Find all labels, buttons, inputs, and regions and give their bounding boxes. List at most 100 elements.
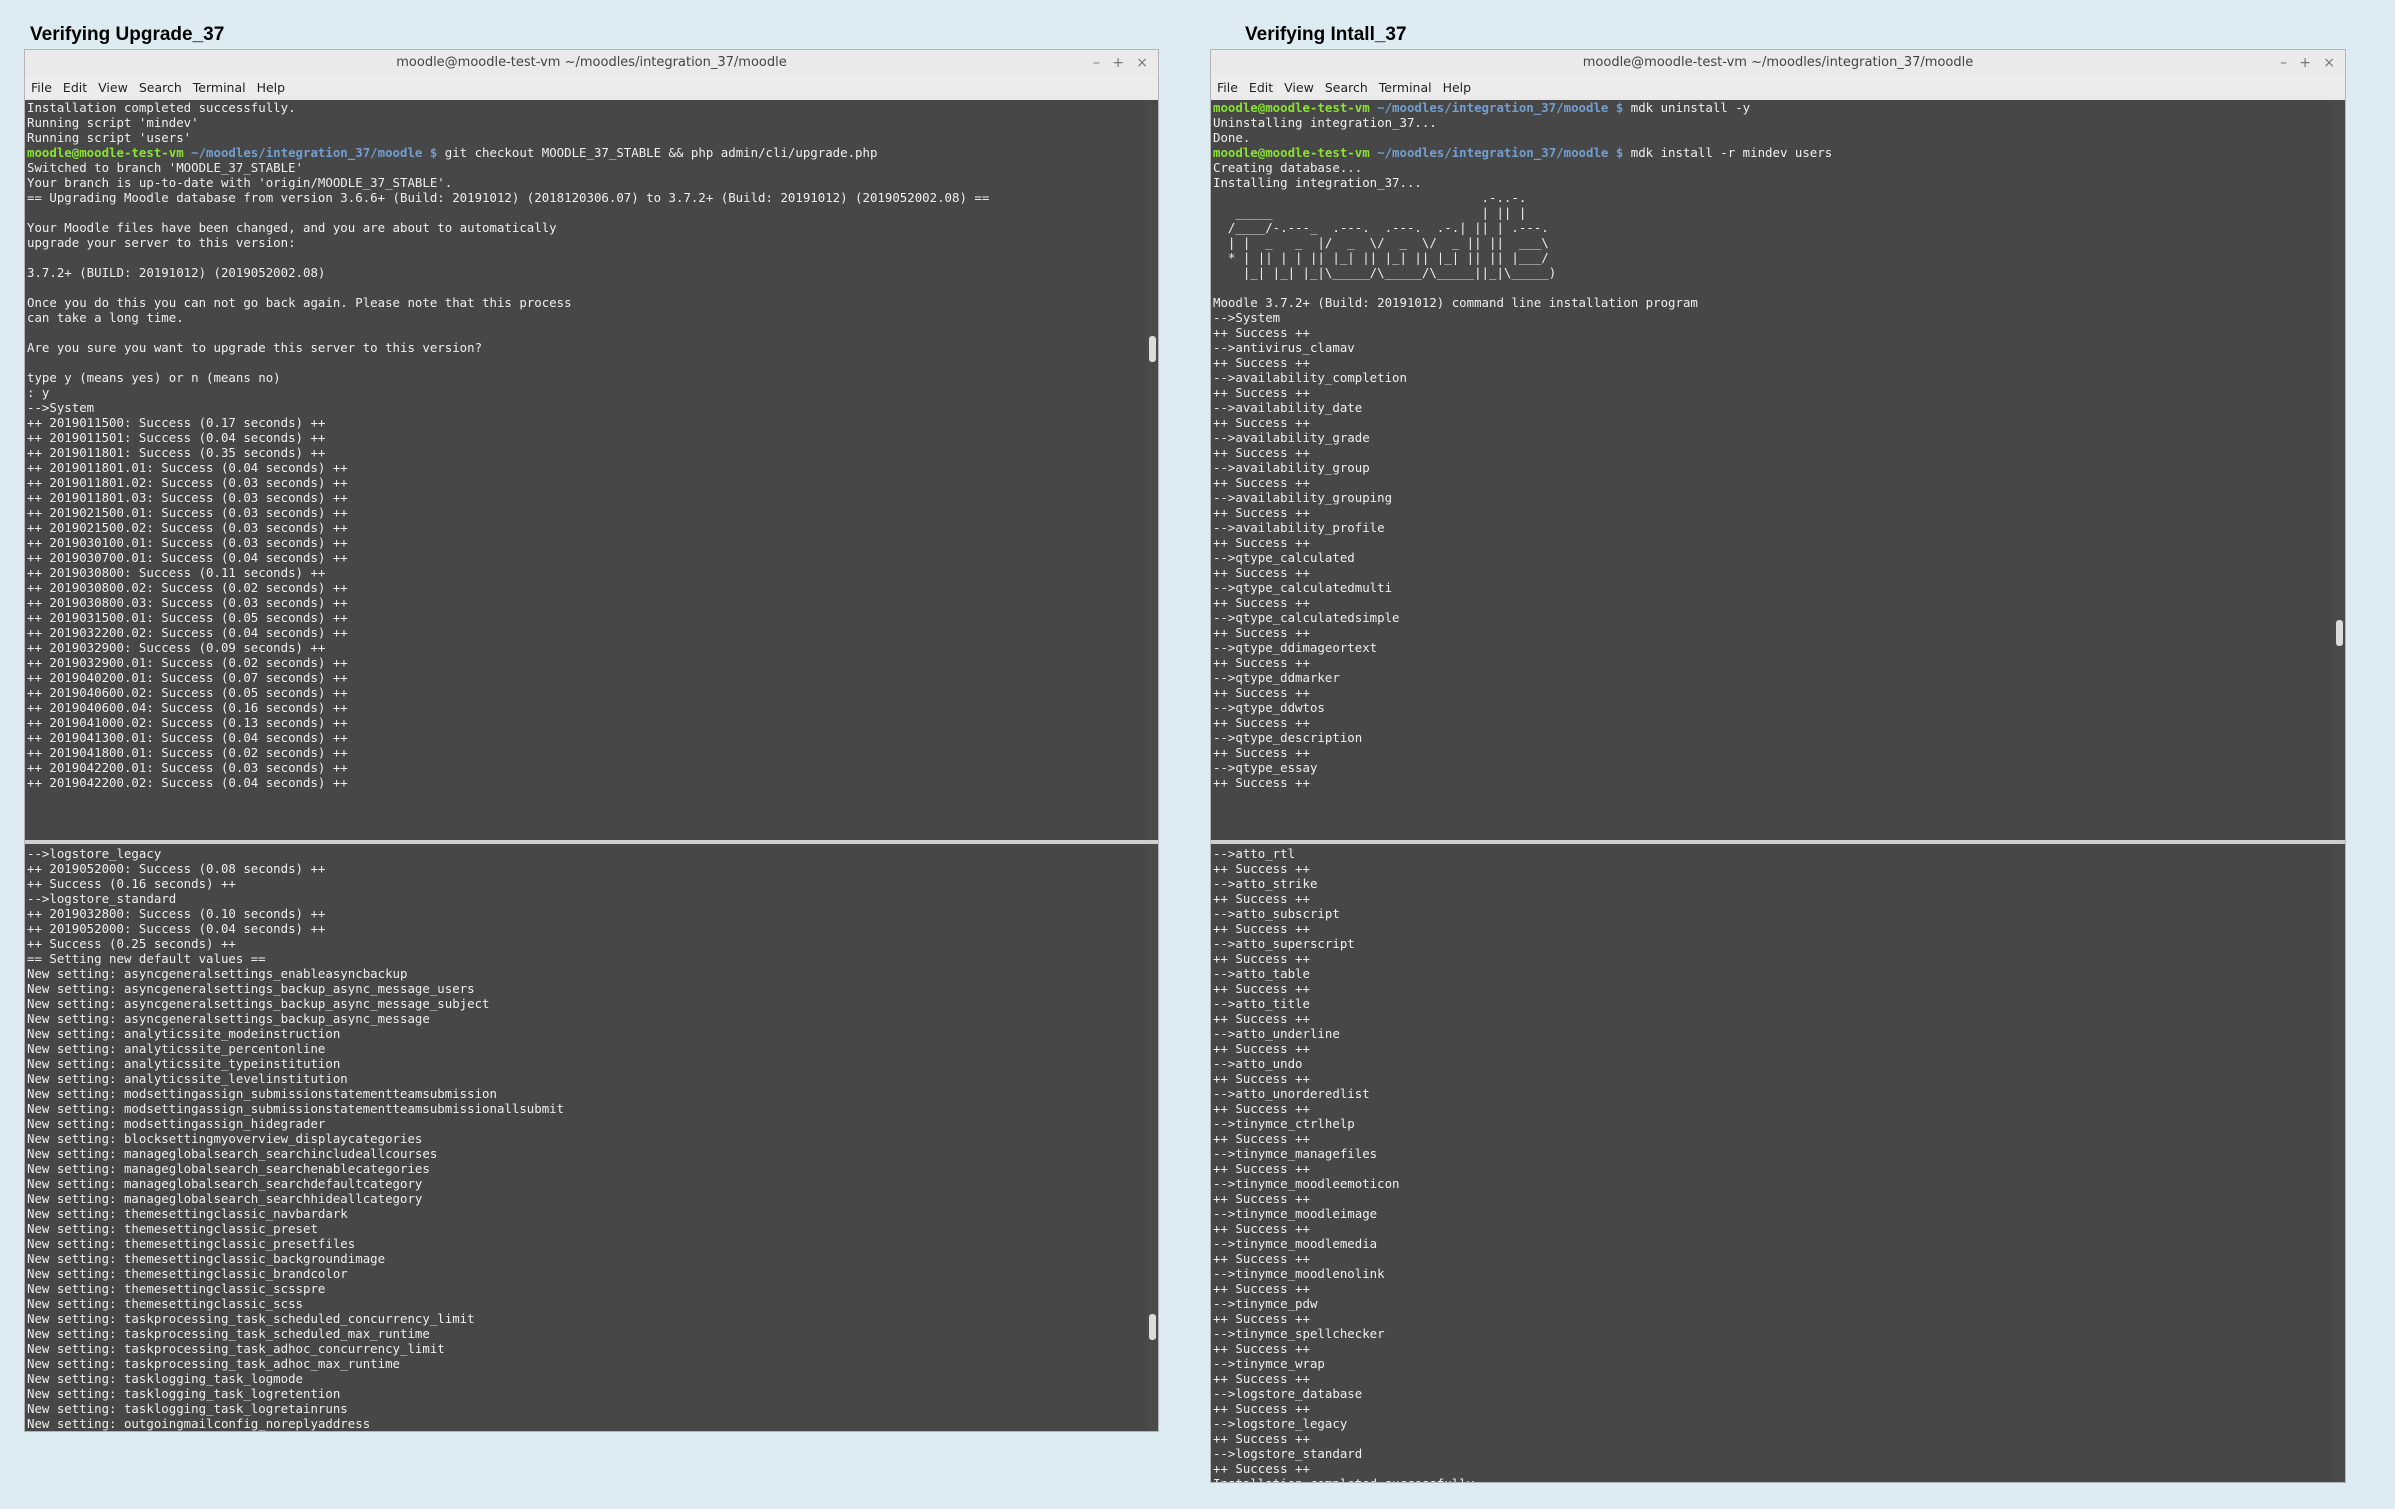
menu-search[interactable]: Search [1325,80,1368,95]
prompt-host: moodle@moodle-test-vm [1213,145,1370,160]
terminal-line: -->antivirus_clamav [1213,340,1355,355]
terminal-output: Installation completed successfully. Runn… [27,100,1158,790]
terminal-line: -->tinymce_moodlemedia [1213,1236,1378,1251]
left-terminal-window[interactable]: moodle@moodle-test-vm ~/moodles/integrat… [24,49,1159,1432]
terminal-line: Are you sure you want to upgrade this se… [27,340,483,355]
minimize-icon[interactable]: – [1093,50,1100,76]
terminal-line: type y (means yes) or n (means no) [27,370,281,385]
menu-view[interactable]: View [98,80,128,95]
scrollbar[interactable] [2333,844,2345,1482]
menu-view[interactable]: View [1284,80,1314,95]
terminal-line: 3.7.2+ (BUILD: 20191012) (2019052002.08) [27,265,326,280]
prompt-path: ~/moodles/integration_37/moodle $ [183,145,438,160]
menu-file[interactable]: File [1217,80,1238,95]
terminal-line: New setting: taskprocessing_task_schedul… [27,1311,475,1326]
terminal-line: ++ 2019031500.01: Success (0.05 seconds)… [27,610,348,625]
menu-terminal[interactable]: Terminal [193,80,246,95]
terminal-line: New setting: asyncgeneralsettings_backup… [27,981,475,996]
terminal-line: New setting: themesettingclassic_backgro… [27,1251,386,1266]
menu-edit[interactable]: Edit [63,80,87,95]
terminal-line: ++ 2019011501: Success (0.04 seconds) ++ [27,430,326,445]
terminal-line: ++ Success ++ [1213,1161,1310,1176]
terminal-line: ++ Success ++ [1213,415,1310,430]
terminal-line: New setting: analyticssite_levelinstitut… [27,1071,348,1086]
terminal-line: ++ 2019030700.01: Success (0.04 seconds)… [27,550,348,565]
terminal-line: .-..-. [1213,190,1527,205]
terminal-line: New setting: modsettingassign_hidegrader [27,1116,326,1131]
terminal-line: -->atto_title [1213,996,1310,1011]
terminal-line: New setting: modsettingassign_submission… [27,1086,497,1101]
menu-edit[interactable]: Edit [1249,80,1273,95]
terminal-line: -->qtype_calculatedsimple [1213,610,1400,625]
terminal-line: ++ Success ++ [1213,891,1310,906]
terminal-line: New setting: analyticssite_typeinstituti… [27,1056,341,1071]
menu-help[interactable]: Help [257,80,286,95]
terminal-line: ++ Success ++ [1213,685,1310,700]
terminal-line: _____ | || | [1213,205,1527,220]
terminal-output: moodle@moodle-test-vm ~/moodles/integrat… [1213,100,2345,790]
terminal-line: -->System [27,400,95,415]
menu-help[interactable]: Help [1443,80,1472,95]
left-terminal-pane-bottom[interactable]: -->logstore_legacy ++ 2019052000: Success… [25,844,1158,1431]
terminal-line: ++ 2019021500.01: Success (0.03 seconds)… [27,505,348,520]
terminal-line: ++ Success ++ [1213,861,1310,876]
terminal-line: -->qtype_essay [1213,760,1318,775]
terminal-line: ++ Success ++ [1213,355,1310,370]
terminal-line: -->qtype_ddmarker [1213,670,1340,685]
terminal-line: ++ Success ++ [1213,1341,1310,1356]
right-terminal-pane-top[interactable]: moodle@moodle-test-vm ~/moodles/integrat… [1211,100,2345,840]
right-window-titlebar[interactable]: moodle@moodle-test-vm ~/moodles/integrat… [1211,50,2345,76]
terminal-line: |_| |_| |_|\_____/\_____/\_____||_|\____… [1213,265,1557,280]
terminal-line: -->atto_underline [1213,1026,1340,1041]
terminal-line: ++ 2019030800: Success (0.11 seconds) ++ [27,565,326,580]
terminal-line: -->atto_superscript [1213,936,1355,951]
terminal-line: -->tinymce_moodlenolink [1213,1266,1385,1281]
terminal-line: -->tinymce_managefiles [1213,1146,1378,1161]
close-icon[interactable]: × [2323,50,2335,76]
terminal-line: -->logstore_standard [1213,1446,1363,1461]
scrollbar[interactable] [1146,100,1158,840]
menu-terminal[interactable]: Terminal [1379,80,1432,95]
left-terminal-pane-top[interactable]: Installation completed successfully. Runn… [25,100,1158,840]
terminal-prompt-line: moodle@moodle-test-vm ~/moodles/integrat… [1213,100,2345,115]
terminal-line: New setting: taskprocessing_task_schedul… [27,1326,430,1341]
terminal-line: ++ Success ++ [1213,1281,1310,1296]
right-menubar: File Edit View Search Terminal Help [1211,76,2345,98]
terminal-line: == Setting new default values == [27,951,266,966]
terminal-line: ++ Success ++ [1213,1401,1310,1416]
scroll-thumb[interactable] [2336,620,2343,646]
right-terminal-window[interactable]: moodle@moodle-test-vm ~/moodles/integrat… [1210,49,2346,1483]
terminal-line: -->tinymce_moodleimage [1213,1206,1378,1221]
maximize-icon[interactable]: + [2299,50,2311,76]
close-icon[interactable]: × [1136,50,1148,76]
terminal-line: Moodle 3.7.2+ (Build: 20191012) command … [1213,295,1698,310]
terminal-line: ++ 2019042200.01: Success (0.03 seconds)… [27,760,348,775]
terminal-line: New setting: themesettingclassic_navbard… [27,1206,348,1221]
terminal-line: New setting: analyticssite_percentonline [27,1041,326,1056]
scrollbar[interactable] [2333,100,2345,840]
menu-search[interactable]: Search [139,80,182,95]
prompt-host: moodle@moodle-test-vm [1213,100,1370,115]
terminal-line: ++ 2019032200.02: Success (0.04 seconds)… [27,625,348,640]
left-window-titlebar[interactable]: moodle@moodle-test-vm ~/moodles/integrat… [25,50,1158,76]
minimize-icon[interactable]: – [2280,50,2287,76]
terminal-line: ++ Success ++ [1213,655,1310,670]
maximize-icon[interactable]: + [1112,50,1124,76]
terminal-line: -->tinymce_ctrlhelp [1213,1116,1355,1131]
scrollbar[interactable] [1146,844,1158,1431]
scroll-thumb[interactable] [1149,1314,1156,1340]
terminal-line: New setting: manageglobalsearch_searchen… [27,1161,430,1176]
prompt-command: git checkout MOODLE_37_STABLE && php adm… [437,145,878,160]
terminal-line: * | || | | || |_| || |_| || |_| || || |_… [1213,250,1549,265]
menu-file[interactable]: File [31,80,52,95]
right-window-title: moodle@moodle-test-vm ~/moodles/integrat… [1582,55,1974,70]
terminal-line: ++ 2019011801.02: Success (0.03 seconds)… [27,475,348,490]
prompt-path: ~/moodles/integration_37/moodle $ [1369,145,1624,160]
terminal-line: New setting: tasklogging_task_logretainr… [27,1401,348,1416]
scroll-thumb[interactable] [1149,336,1156,362]
left-window-title: moodle@moodle-test-vm ~/moodles/integrat… [396,55,787,70]
terminal-line: -->availability_grouping [1213,490,1393,505]
right-terminal-pane-bottom[interactable]: -->atto_rtl ++ Success ++ -->atto_strike ++… [1211,844,2345,1482]
